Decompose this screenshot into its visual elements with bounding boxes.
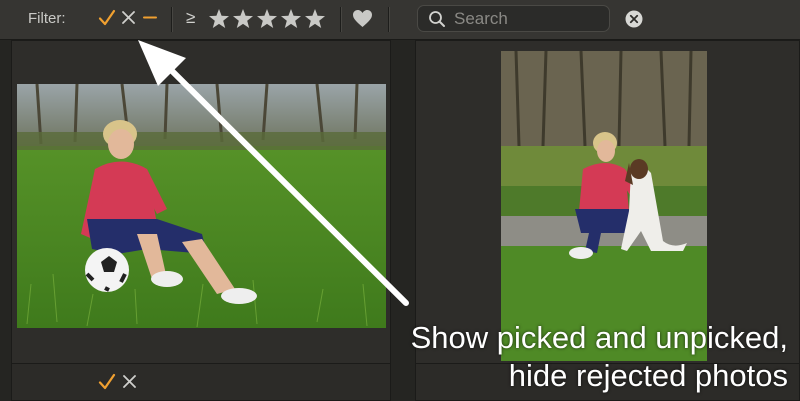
photo-thumbnail[interactable] (17, 84, 386, 328)
toolbar-divider (171, 7, 172, 32)
clear-search-button[interactable] (625, 10, 643, 28)
star-icon (281, 9, 301, 28)
search-field[interactable] (417, 5, 610, 32)
search-icon (429, 11, 445, 27)
reject-filter-x-icon[interactable] (121, 10, 136, 25)
star-icon (209, 9, 229, 28)
toolbar-divider (388, 7, 389, 32)
photo-woman-with-dog (501, 51, 707, 361)
filter-demo-window: Filter: ≥ Search Show picked and unpicke… (0, 0, 800, 401)
caption-line-1: Show picked and unpicked, (410, 320, 788, 355)
pick-filter-check-icon[interactable] (98, 9, 116, 27)
star-icon (233, 9, 253, 28)
rating-gte-symbol: ≥ (186, 8, 196, 27)
photo-thumbnail[interactable] (501, 51, 707, 361)
filter-label: Filter: (28, 10, 66, 27)
photo-woman-with-ball (17, 84, 386, 328)
toolbar-divider (340, 7, 341, 32)
caption-line-2: hide rejected photos (508, 358, 788, 393)
favorite-filter-heart-icon[interactable] (352, 9, 373, 28)
star-icon (257, 9, 277, 28)
star-icon (305, 9, 325, 28)
annotation-caption: Show picked and unpicked, hide rejected … (318, 319, 788, 395)
star-rating-filter[interactable] (208, 8, 328, 30)
filter-toolbar: Filter: ≥ (0, 0, 800, 40)
reject-flag-x-icon[interactable] (122, 374, 137, 389)
picked-flag-check-icon[interactable] (98, 373, 116, 391)
unpicked-filter-dash-icon[interactable] (143, 10, 157, 25)
search-input[interactable] (454, 8, 604, 29)
